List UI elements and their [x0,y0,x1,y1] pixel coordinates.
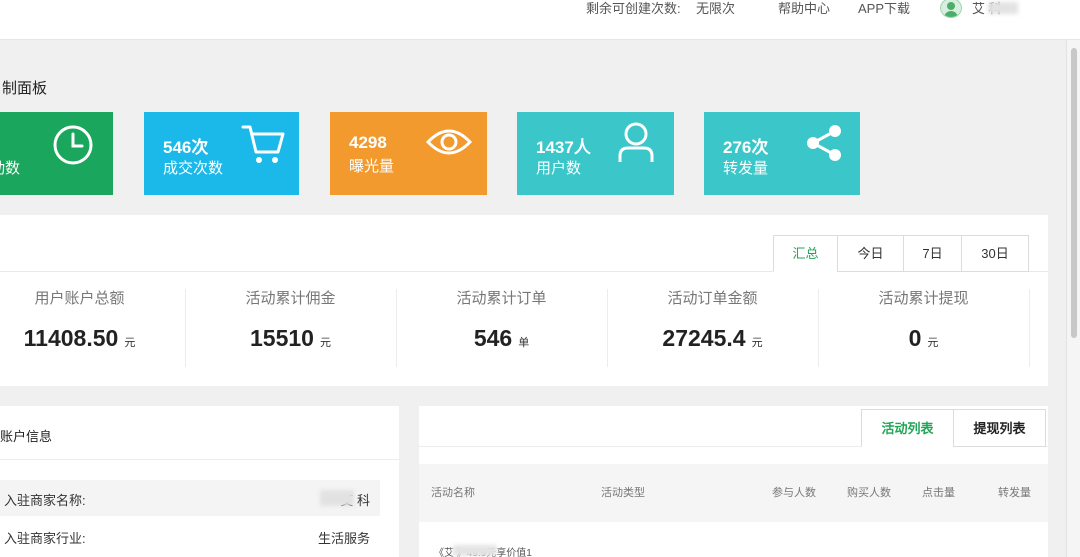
stat-value: 1437人 [536,138,591,157]
column-header: 购买人数 [847,487,891,499]
stat-label: 用户数 [536,160,582,177]
column-header: 参与人数 [772,487,816,499]
column-header: 活动类型 [601,487,645,499]
metric-commission: 活动累计佣金 15510 元 [185,287,396,352]
stat-value: 546次 [163,138,209,157]
divider [0,459,399,460]
top-bar: 剩余可创建次数: 无限次 帮助中心 APP下载 艾 科 [0,0,1080,40]
column-header: 点击量 [922,487,955,499]
metric-unit: 元 [124,337,136,349]
page-title: 制面板 [2,80,48,97]
merchant-industry-row: 入驻商家行业: 生活服务 [0,518,380,554]
metric-order-amount: 活动订单金额 27245.4 元 [607,287,818,352]
stat-card-shares[interactable]: 276次 转发量 [704,112,860,195]
metric-value: 27245.4 [662,325,746,351]
stat-label: 曝光量 [349,158,395,175]
scrollbar[interactable] [1066,40,1080,557]
stat-card-exposure[interactable]: 4298 曝光量 [330,112,487,195]
metric-unit: 元 [751,337,763,349]
redaction-blur [453,545,497,556]
tab-today[interactable]: 今日 [837,235,904,272]
column-header: 转发量 [998,487,1031,499]
metric-value: 15510 [250,325,314,351]
metric-value: 546 [473,325,513,351]
cart-icon [241,125,285,163]
stat-value: 276次 [723,138,769,157]
metric-unit: 元 [319,337,331,349]
scrollbar-thumb[interactable] [1071,48,1077,338]
clock-icon [53,125,93,165]
metric-value: 11408.50 [23,325,119,351]
stat-card-deals[interactable]: 546次 成交次数 [144,112,299,195]
metric-value: 0 [908,325,922,351]
metric-account-total: 用户账户总额 11408.50 元 [0,287,185,352]
stat-card-users[interactable]: 1437人 用户数 [517,112,674,195]
merchant-name-row: 入驻商家名称: 艾 科 [0,480,380,516]
column-header: 活动名称 [431,487,475,499]
metric-orders: 活动累计订单 546 单 [396,287,607,352]
tab-summary[interactable]: 汇总 [773,235,838,272]
metric-label: 活动累计提现 [878,290,969,307]
row-key: 入驻商家名称: [4,493,86,508]
metric-unit: 元 [927,337,939,349]
redaction-blur [988,2,1018,14]
stat-value: 4298 [349,133,387,152]
metric-label: 活动订单金额 [667,290,758,307]
table-header: 活动名称 活动类型 参与人数 购买人数 点击量 转发量 [419,464,1048,522]
help-center-link[interactable]: 帮助中心 [778,0,830,18]
metric-label: 活动累计佣金 [245,290,336,307]
tab-7-days[interactable]: 7日 [903,235,962,272]
metric-withdrawals: 活动累计提现 0元 [818,287,1029,352]
account-info-panel: 账户信息 入驻商家名称: 艾 科 入驻商家行业: 生活服务 [0,406,399,557]
stat-label: 成交次数 [163,160,224,177]
eye-icon [425,129,473,155]
tab-30-days[interactable]: 30日 [961,235,1029,272]
account-info-title: 账户信息 [0,429,53,444]
stat-label: 动数 [0,160,21,177]
row-value: 生活服务 [317,531,370,546]
row-key: 入驻商家行业: [4,531,86,546]
metric-label: 用户账户总额 [34,290,125,307]
remaining-count-value: 无限次 [696,1,736,16]
app-download-link[interactable]: APP下载 [858,0,910,18]
redaction-blur [320,490,354,506]
avatar[interactable] [940,0,962,18]
share-icon [807,125,841,161]
tab-activity-list[interactable]: 活动列表 [861,409,954,447]
metric-label: 活动累计订单 [456,290,547,307]
stat-label: 转发量 [723,160,769,177]
user-icon [618,122,654,162]
stat-card-activities[interactable]: 2 动数 [0,112,113,195]
tab-withdrawal-list[interactable]: 提现列表 [953,409,1046,447]
remaining-count-label: 剩余可创建次数: [586,1,681,16]
summary-panel: 汇总 今日 7日 30日 用户账户总额 11408.50 元 活动累计佣金 155… [0,215,1048,386]
activity-list-panel: 活动列表 提现列表 活动名称 活动类型 参与人数 购买人数 点击量 转发量 《艾… [419,406,1048,557]
metric-unit: 单 [518,337,530,349]
divider [1029,289,1030,367]
